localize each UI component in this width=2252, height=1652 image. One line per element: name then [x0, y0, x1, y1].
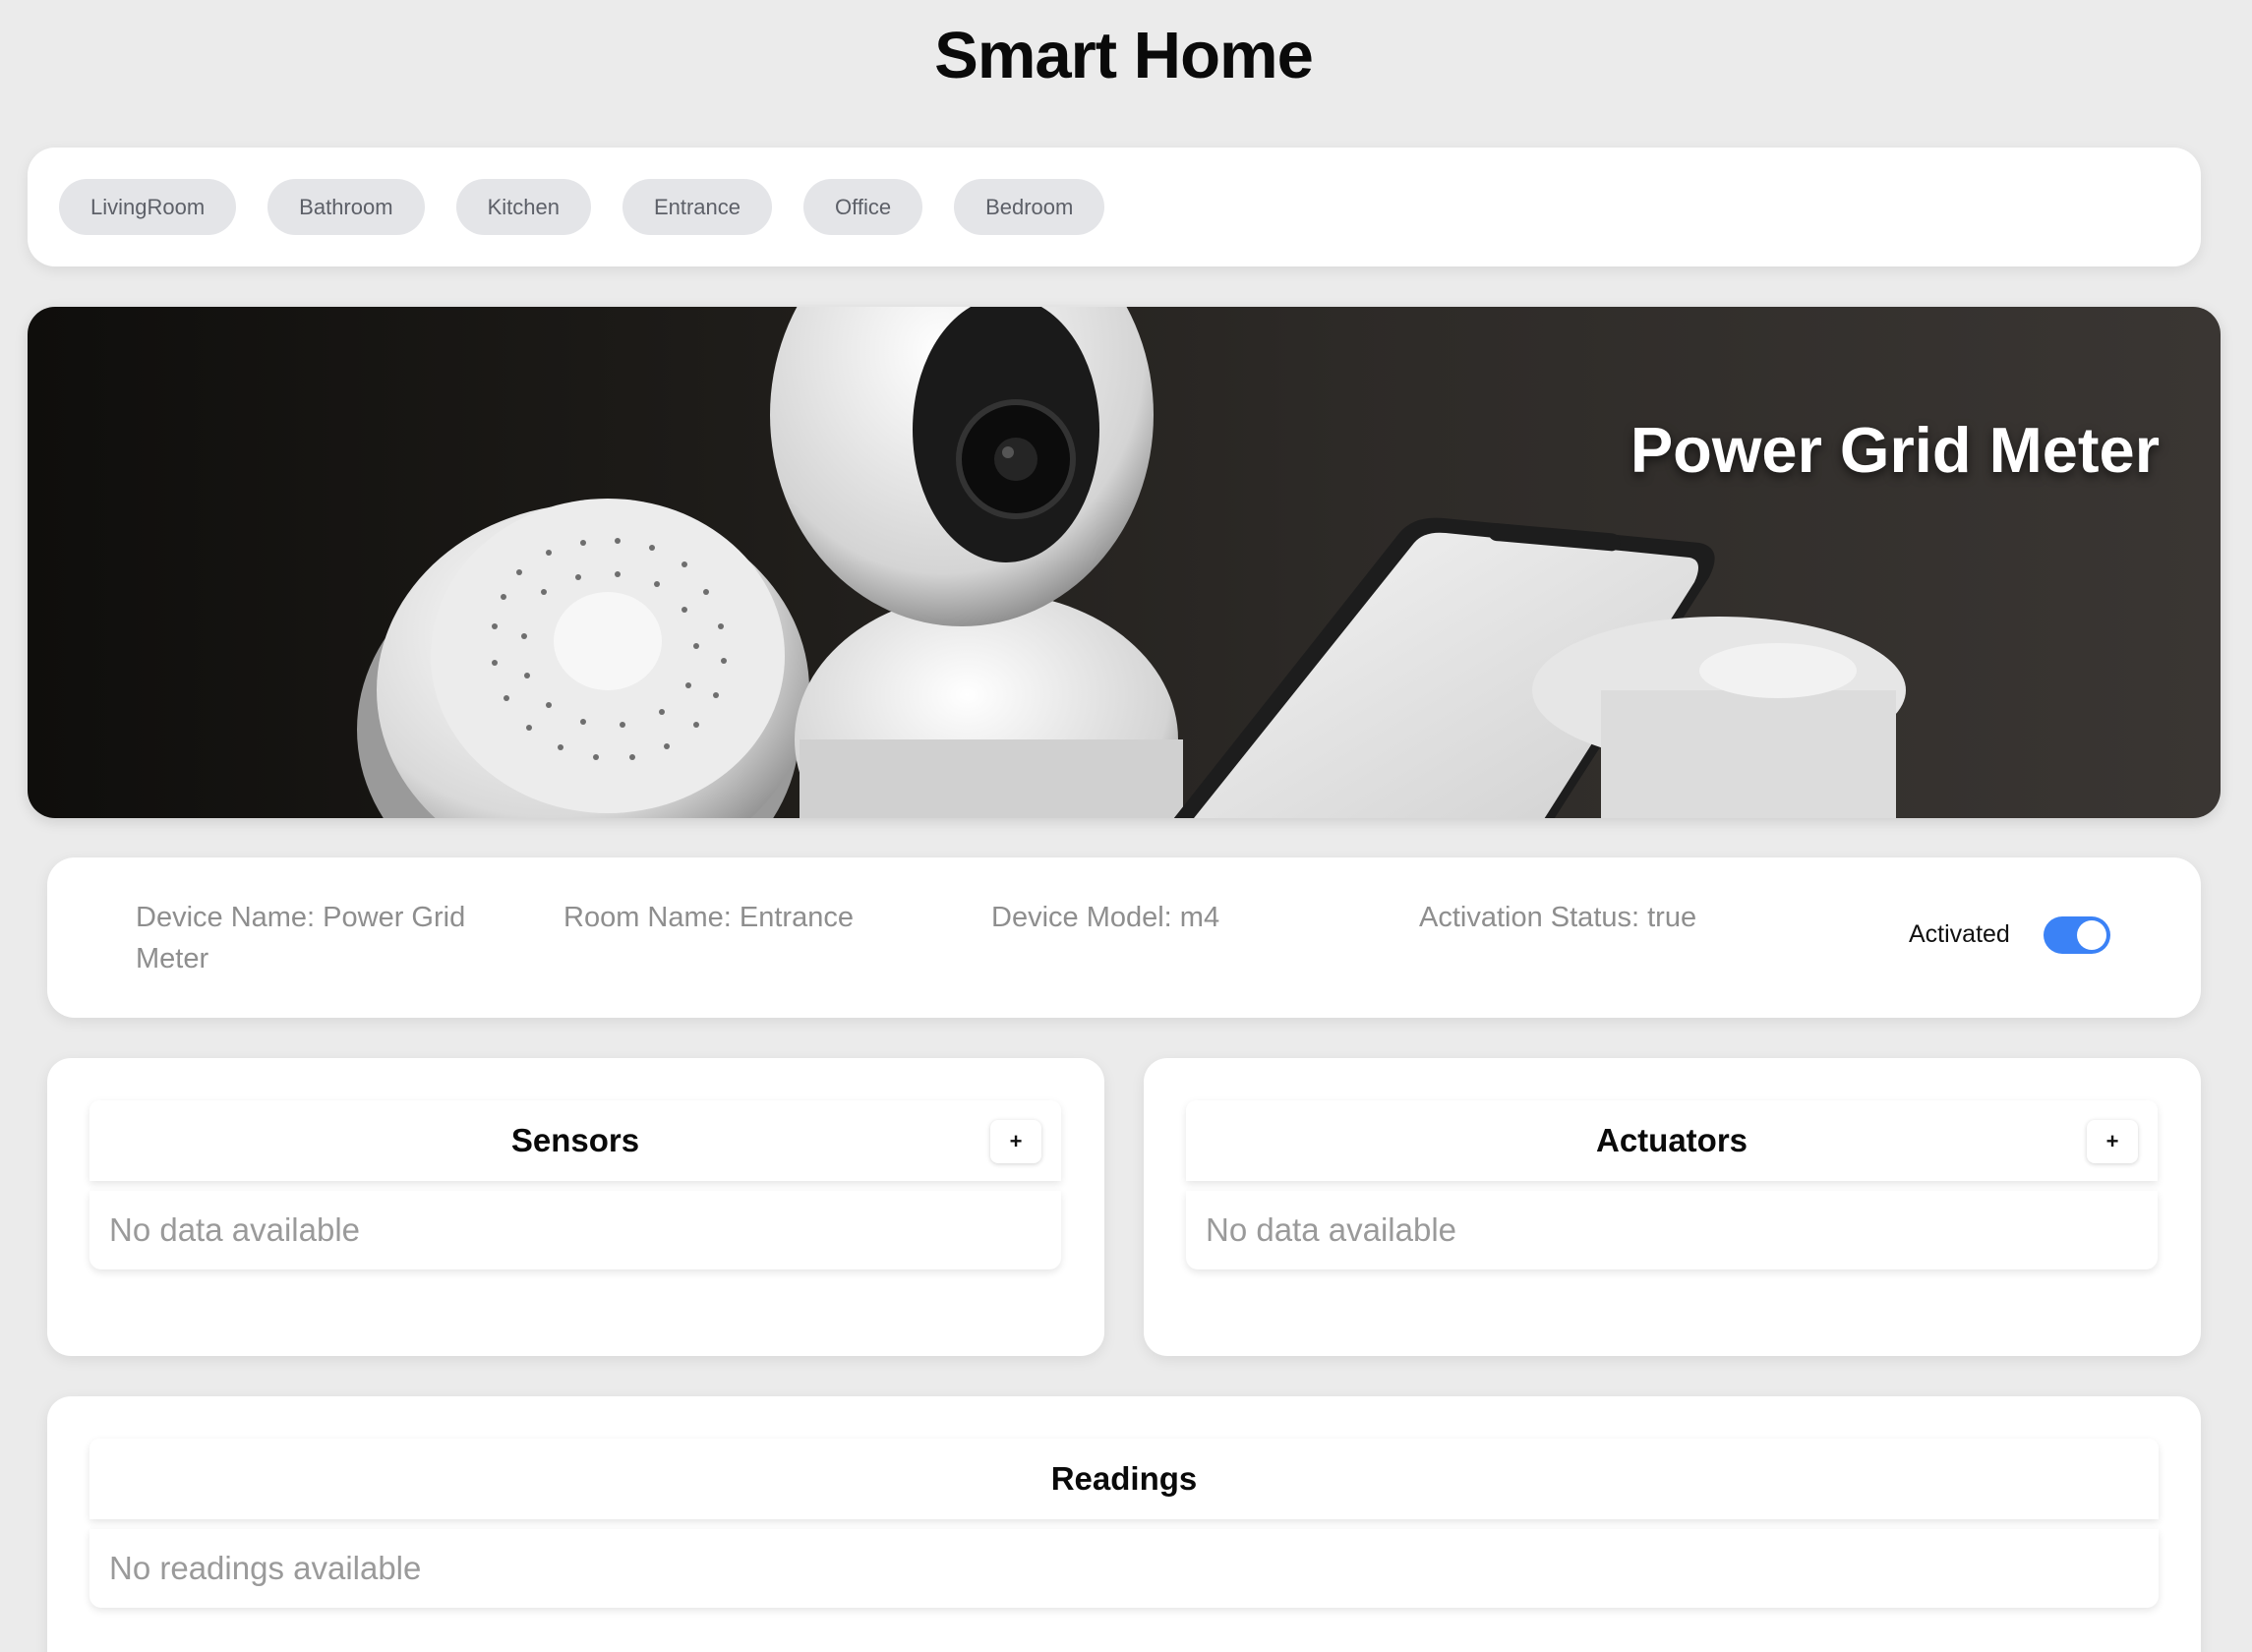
activation-toggle[interactable] [2044, 916, 2110, 954]
room-tab-entrance[interactable]: Entrance [622, 179, 773, 235]
room-tab-livingroom[interactable]: LivingRoom [59, 179, 237, 235]
device-hero-banner: Power Grid Meter [28, 307, 2221, 818]
add-actuator-button[interactable]: + [2087, 1120, 2138, 1163]
smart-devices-illustration [357, 307, 1906, 818]
actuators-header: Actuators + [1186, 1100, 2158, 1181]
page-title: Smart Home [934, 19, 1314, 92]
actuators-empty-state: No data available [1186, 1191, 2158, 1269]
add-sensor-button[interactable]: + [990, 1120, 1041, 1163]
room-tab-bar: LivingRoom Bathroom Kitchen Entrance Off… [28, 148, 2201, 266]
readings-title: Readings [1050, 1460, 1198, 1497]
readings-empty-state: No readings available [89, 1529, 2159, 1608]
readings-panel: Readings No readings available [47, 1396, 2201, 1652]
device-name-text: Device Name: Power Grid Meter [136, 902, 466, 974]
hero-device-title: Power Grid Meter [1630, 414, 2160, 486]
actuators-panel: Actuators + No data available [1144, 1058, 2201, 1356]
sensors-panel: Sensors + No data available [47, 1058, 1104, 1356]
room-tab-bedroom[interactable]: Bedroom [954, 179, 1105, 235]
toggle-knob [2077, 920, 2106, 950]
room-tab-kitchen[interactable]: Kitchen [455, 179, 591, 235]
device-info-card: Device Name: Power Grid Meter Room Name:… [47, 857, 2201, 1018]
device-model-text: Device Model: m4 [991, 902, 1220, 933]
room-tab-bathroom[interactable]: Bathroom [267, 179, 425, 235]
sensors-title: Sensors [510, 1122, 640, 1158]
sensors-header: Sensors + [89, 1100, 1061, 1181]
room-name-text: Room Name: Entrance [563, 902, 854, 933]
room-tab-office[interactable]: Office [803, 179, 923, 235]
activation-status-text: Activation Status: true [1419, 902, 1697, 933]
sensors-empty-state: No data available [89, 1191, 1061, 1269]
actuators-title: Actuators [1595, 1122, 1748, 1158]
readings-header: Readings [89, 1439, 2159, 1519]
smart-home-page: Smart Home LivingRoom Bathroom Kitchen E… [0, 0, 2252, 1652]
activation-toggle-label: Activated [1909, 920, 2010, 948]
